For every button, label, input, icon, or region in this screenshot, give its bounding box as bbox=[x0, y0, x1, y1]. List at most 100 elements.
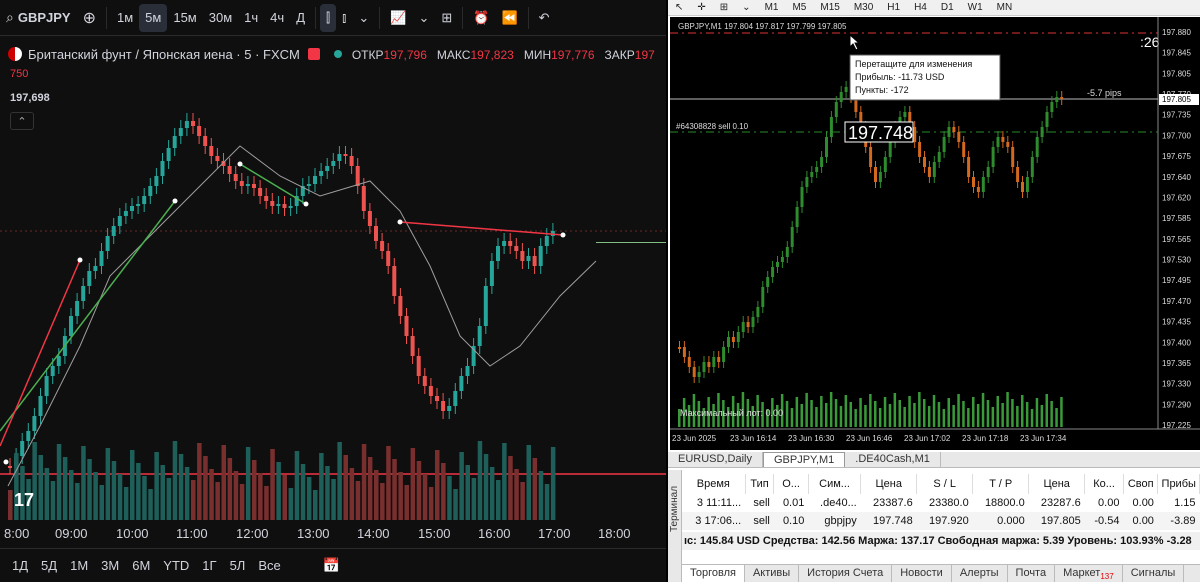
collapse-legend-button[interactable]: ⌃ bbox=[10, 112, 34, 130]
range-button[interactable]: YTD bbox=[163, 558, 189, 573]
mt-timeframe-button[interactable]: D1 bbox=[934, 2, 961, 13]
objects-icon[interactable]: ⊞ bbox=[713, 2, 735, 13]
range-button[interactable]: 5Л bbox=[230, 558, 246, 573]
ohlc-value: 197,796 bbox=[383, 47, 427, 62]
mt-timeframe-button[interactable]: MN bbox=[990, 2, 1020, 13]
candle-body bbox=[888, 142, 892, 157]
crosshair-icon[interactable]: ✛ bbox=[690, 2, 712, 13]
tv-chart-area[interactable] bbox=[0, 36, 666, 520]
timeframe-button[interactable]: 1м bbox=[111, 0, 139, 36]
mt-timeframe-button[interactable]: M1 bbox=[758, 2, 786, 13]
timeframe-button[interactable]: 4ч bbox=[264, 0, 290, 36]
volume-bar bbox=[805, 393, 808, 427]
column-header[interactable]: S / L bbox=[916, 474, 974, 494]
range-button[interactable]: 6М bbox=[132, 558, 150, 573]
column-header[interactable]: Время bbox=[682, 474, 746, 494]
range-button[interactable]: 1М bbox=[70, 558, 88, 573]
chart-tab[interactable]: .DE40Cash,M1 bbox=[845, 452, 941, 467]
mt-timeframe-button[interactable]: H4 bbox=[907, 2, 934, 13]
chevron-down-icon[interactable]: ⌄ bbox=[735, 2, 757, 13]
volume-bar bbox=[825, 403, 828, 427]
table-row[interactable]: 3 17:06... sell 0.10 gbpjpy 197.748 197.920 0.… bbox=[682, 512, 1200, 530]
trend-anchor[interactable] bbox=[237, 161, 243, 167]
indicators-dropdown[interactable]: ⌄ bbox=[412, 0, 435, 36]
timeframe-button[interactable]: Д bbox=[290, 0, 311, 36]
column-header[interactable]: Сим... bbox=[808, 474, 862, 494]
candle-chart-type-button[interactable]: ⫿ bbox=[320, 3, 337, 32]
column-header[interactable]: T / P bbox=[972, 474, 1030, 494]
terminal-tab[interactable]: Алерты bbox=[952, 565, 1008, 582]
terminal-side-tab[interactable]: Терминал bbox=[668, 470, 682, 582]
range-button[interactable]: 3М bbox=[101, 558, 119, 573]
chart-type-dropdown[interactable]: ⌄ bbox=[352, 0, 375, 36]
column-header[interactable]: Своп bbox=[1123, 474, 1159, 494]
date-range-icon[interactable]: 📅 bbox=[323, 557, 340, 574]
symbol-search-button[interactable]: ⌕ GBPJPY bbox=[0, 0, 77, 36]
candle-body bbox=[435, 396, 439, 401]
bar-chart-type-button[interactable]: ⫾ bbox=[336, 0, 352, 36]
candle-body bbox=[741, 322, 745, 332]
tooltip-line: Прибыль: -11.73 USD bbox=[855, 72, 945, 82]
chart-tab[interactable]: GBPJPY,M1 bbox=[762, 452, 846, 467]
chart-tab[interactable]: EURUSD,Daily bbox=[668, 452, 763, 467]
candle-body bbox=[692, 367, 696, 377]
trend-anchor[interactable] bbox=[172, 198, 178, 204]
column-header[interactable]: Тип bbox=[745, 474, 775, 494]
layout-button[interactable]: ⊞ bbox=[435, 0, 458, 36]
volume-bar bbox=[270, 449, 275, 520]
indicators-button[interactable]: 📈 bbox=[384, 0, 412, 36]
range-button[interactable]: 1Д bbox=[12, 558, 28, 573]
column-header[interactable]: О... bbox=[773, 474, 809, 494]
cursor-icon[interactable]: ↖ bbox=[668, 2, 690, 13]
volume-bar bbox=[258, 473, 263, 520]
terminal-tab[interactable]: Новости bbox=[892, 565, 952, 582]
terminal-tab[interactable]: Активы bbox=[745, 565, 800, 582]
column-header[interactable]: Прибы bbox=[1157, 474, 1200, 494]
volume-bar bbox=[496, 480, 501, 520]
alert-button[interactable]: ⏰ bbox=[467, 0, 495, 36]
table-row[interactable]: 3 11:11... sell 0.01 .de40... 23387.6 23380.0… bbox=[682, 494, 1200, 512]
orders-header-row: Время Тип О... Сим... Цена S / LT / P Цена Ко..… bbox=[682, 474, 1200, 494]
range-button[interactable]: 1Г bbox=[202, 558, 216, 573]
range-button[interactable]: Все bbox=[258, 558, 280, 573]
volume-bar bbox=[864, 405, 867, 427]
mt-timeframe-button[interactable]: M15 bbox=[813, 2, 846, 13]
candle-body bbox=[215, 156, 220, 161]
mt-chart-area[interactable]: GBPJPY,M1 197.804 197.817 197.799 197.80… bbox=[670, 17, 1200, 450]
undo-button[interactable]: ↶ bbox=[533, 0, 556, 36]
trend-anchor[interactable] bbox=[560, 232, 566, 238]
time-label: 15:00 bbox=[418, 526, 451, 541]
mt-timeframe-button[interactable]: W1 bbox=[961, 2, 990, 13]
add-symbol-button[interactable]: ⊕ bbox=[77, 0, 102, 36]
mt-timeframe-button[interactable]: M5 bbox=[785, 2, 813, 13]
replay-button[interactable]: ⏪ bbox=[495, 0, 523, 36]
mt-timeframe-button[interactable]: M30 bbox=[847, 2, 880, 13]
timeframe-button[interactable]: 5м bbox=[139, 3, 168, 32]
volume-bar bbox=[967, 408, 970, 427]
candle-body bbox=[441, 401, 446, 411]
candle-body bbox=[313, 176, 317, 184]
volume-bar bbox=[392, 459, 397, 520]
table-cell: 197.920 bbox=[916, 512, 973, 530]
trend-anchor[interactable] bbox=[77, 257, 83, 263]
terminal-tab[interactable]: Торговля bbox=[682, 565, 745, 582]
column-header[interactable]: Ко... bbox=[1084, 474, 1124, 494]
terminal-tab[interactable]: Маркет137 bbox=[1055, 565, 1123, 582]
mt-timeframe-button[interactable]: H1 bbox=[880, 2, 907, 13]
range-button[interactable]: 5Д bbox=[41, 558, 57, 573]
terminal-tab[interactable]: История Счета bbox=[799, 565, 893, 582]
trend-anchor[interactable] bbox=[303, 201, 309, 207]
terminal-tab[interactable]: Сигналы bbox=[1123, 565, 1185, 582]
timeframe-button[interactable]: 1ч bbox=[238, 0, 264, 36]
volume-bar bbox=[325, 466, 330, 520]
timeframe-button[interactable]: 15м bbox=[167, 0, 202, 36]
candle-body bbox=[532, 256, 537, 266]
trend-anchor[interactable] bbox=[3, 459, 9, 465]
trend-anchor[interactable] bbox=[397, 219, 403, 225]
volume-bar bbox=[785, 401, 789, 427]
terminal-tab[interactable]: Почта bbox=[1008, 565, 1056, 582]
column-header[interactable]: Цена bbox=[860, 474, 918, 494]
table-cell: 23387.6 bbox=[860, 494, 917, 512]
timeframe-button[interactable]: 30м bbox=[203, 0, 238, 36]
column-header[interactable]: Цена bbox=[1028, 474, 1086, 494]
